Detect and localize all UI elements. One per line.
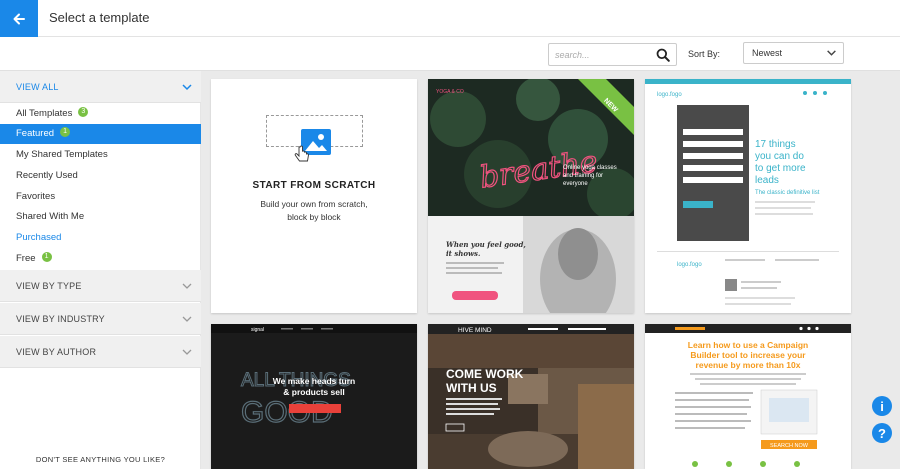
sidebar-item-featured[interactable]: Featured 1 bbox=[0, 124, 201, 144]
signal-headline-line2: & products sell bbox=[283, 387, 344, 397]
sort-select-value: Newest bbox=[752, 48, 783, 58]
campaign-template-preview: Learn how to use a Campaign Builder tool… bbox=[645, 324, 851, 469]
sidebar-item-free[interactable]: Free 1 bbox=[0, 249, 201, 269]
signal-headline-line1: We make heads turn bbox=[273, 376, 356, 386]
template-card-campaign-builder[interactable]: Learn how to use a Campaign Builder tool… bbox=[645, 324, 851, 469]
campaign-cta: SEARCH NOW bbox=[770, 443, 809, 449]
hive-headline-line1: COME WORK bbox=[446, 367, 524, 381]
webinar-logo: logo.fogo bbox=[657, 92, 682, 98]
sidebar-item-shared-with-me[interactable]: Shared With Me bbox=[0, 207, 201, 227]
search-icon[interactable] bbox=[656, 48, 670, 62]
svg-text:to get more: to get more bbox=[755, 163, 806, 174]
chevron-down-icon bbox=[827, 50, 836, 56]
search-box bbox=[548, 43, 677, 66]
yoga-blurb: Online yoga classes and training for eve… bbox=[563, 165, 617, 187]
toolbar: Sort By: Newest bbox=[0, 37, 900, 71]
search-input[interactable] bbox=[549, 44, 649, 65]
help-icon[interactable]: ? bbox=[872, 423, 892, 443]
campaign-headline-line1: Learn how to use a Campaign bbox=[688, 340, 808, 350]
top-header: Select a template bbox=[0, 0, 900, 37]
sort-select[interactable]: Newest bbox=[743, 42, 844, 64]
sidebar-footer-prompt[interactable]: DON'T SEE ANYTHING YOU LIKE? bbox=[0, 455, 201, 469]
campaign-headline-line3: revenue by more than 10x bbox=[696, 360, 801, 370]
sidebar-item-my-shared-templates[interactable]: My Shared Templates bbox=[0, 145, 201, 165]
sidebar-item-favorites[interactable]: Favorites bbox=[0, 187, 201, 207]
chevron-down-icon bbox=[182, 316, 192, 322]
hive-headline-line2: WITH US bbox=[446, 381, 497, 395]
count-badge: 3 bbox=[78, 107, 89, 118]
scratch-title: START FROM SCRATCH bbox=[252, 180, 376, 191]
start-from-scratch-card[interactable]: START FROM SCRATCH Build your own from s… bbox=[211, 79, 417, 313]
signal-logo: signal bbox=[251, 327, 264, 333]
view-all-section[interactable]: VIEW ALL bbox=[0, 71, 201, 103]
sidebar-item-purchased[interactable]: Purchased bbox=[0, 228, 201, 248]
view-by-author-section[interactable]: VIEW BY AUTHOR bbox=[0, 336, 201, 368]
yoga-quote-line2: it shows. bbox=[446, 249, 480, 258]
sidebar-item-all-templates[interactable]: All Templates 3 bbox=[0, 104, 201, 124]
svg-text:The classic definitive list: The classic definitive list bbox=[755, 190, 820, 196]
template-card-signal[interactable]: signal ALL THINGS GOOD We make heads tur… bbox=[211, 324, 417, 469]
view-all-label: VIEW ALL bbox=[16, 82, 59, 92]
template-card-hive-mind[interactable]: HIVE MIND COME WORK WITH US bbox=[428, 324, 634, 469]
arrow-left-icon bbox=[13, 13, 25, 24]
sidebar: VIEW ALL All Templates 3 Featured 1 My Sha… bbox=[0, 71, 201, 469]
svg-text:you can do: you can do bbox=[755, 151, 804, 162]
webinar-template-preview: logo.fogo 17 things you can do to get mo… bbox=[645, 79, 851, 305]
chevron-down-icon bbox=[182, 283, 192, 289]
template-grid: START FROM SCRATCH Build your own from s… bbox=[201, 71, 863, 469]
yoga-brand: YOGA & CO bbox=[436, 89, 464, 95]
hand-cursor-icon bbox=[294, 145, 309, 162]
campaign-headline-line2: Builder tool to increase your bbox=[690, 350, 806, 360]
count-badge: 1 bbox=[60, 127, 71, 138]
scratch-subtitle: Build your own from scratch, block by bl… bbox=[260, 199, 368, 222]
yoga-template-preview: YOGA & CO NEW breathe Online yoga classe… bbox=[428, 79, 634, 313]
page-title: Select a template bbox=[49, 10, 150, 25]
hive-template-preview: HIVE MIND COME WORK WITH US bbox=[428, 324, 634, 469]
info-icon[interactable]: i bbox=[872, 396, 892, 416]
svg-text:leads: leads bbox=[755, 175, 779, 186]
svg-text:logo.fogo: logo.fogo bbox=[677, 262, 702, 268]
svg-text:17 things: 17 things bbox=[755, 139, 796, 150]
template-card-webinar[interactable]: logo.fogo 17 things you can do to get mo… bbox=[645, 79, 851, 313]
back-button[interactable] bbox=[0, 0, 38, 37]
sidebar-item-recently-used[interactable]: Recently Used bbox=[0, 166, 201, 186]
view-by-industry-section[interactable]: VIEW BY INDUSTRY bbox=[0, 303, 201, 335]
sort-by-label: Sort By: bbox=[688, 49, 721, 59]
hive-brand: HIVE MIND bbox=[458, 327, 492, 334]
chevron-down-icon bbox=[182, 349, 192, 355]
signal-template-preview: signal ALL THINGS GOOD We make heads tur… bbox=[211, 324, 417, 469]
chevron-up-icon bbox=[182, 84, 192, 91]
yoga-quote-line1: When you feel good, bbox=[446, 240, 526, 249]
count-badge: 1 bbox=[41, 252, 52, 263]
view-by-type-section[interactable]: VIEW BY TYPE bbox=[0, 270, 201, 302]
template-card-yoga[interactable]: YOGA & CO NEW breathe Online yoga classe… bbox=[428, 79, 634, 313]
